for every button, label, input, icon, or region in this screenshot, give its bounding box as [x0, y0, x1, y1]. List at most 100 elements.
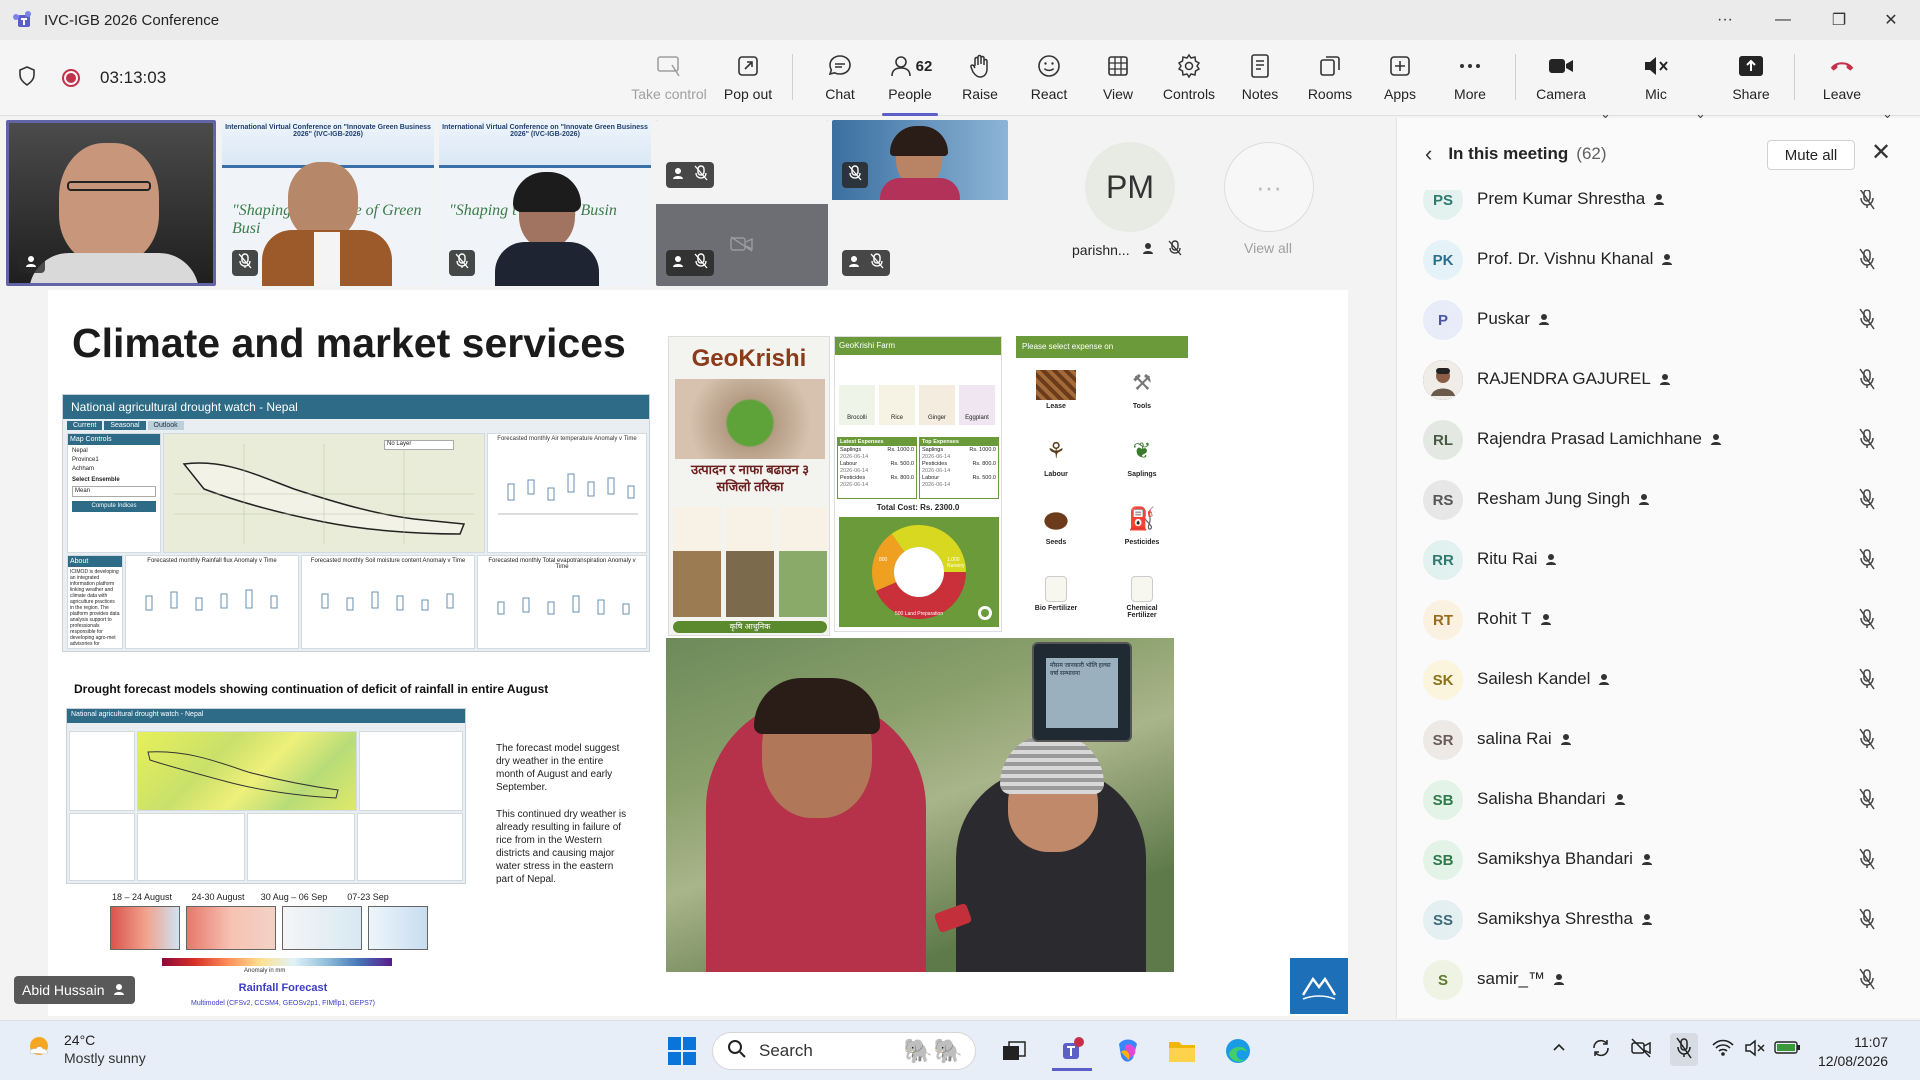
forecast-chart: [357, 813, 463, 881]
mic-muted-icon[interactable]: [1857, 190, 1877, 215]
edge-browser-icon: [1226, 1039, 1250, 1063]
mute-all-button[interactable]: Mute all: [1767, 140, 1855, 170]
speaking-indicator-icon: [1598, 672, 1612, 691]
avatar[interactable]: PM: [1085, 142, 1175, 232]
tab-current: Current: [67, 421, 103, 430]
participant-row[interactable]: RS Resham Jung Singh: [1397, 470, 1920, 530]
restore-button[interactable]: ❐: [1810, 0, 1868, 40]
leave-button[interactable]: Leave: [1810, 52, 1874, 110]
mic-button[interactable]: Mic: [1624, 52, 1688, 110]
farmer-hair: [754, 678, 880, 734]
camera-button[interactable]: Camera: [1529, 52, 1593, 110]
wifi-icon[interactable]: [1712, 1039, 1734, 1060]
mic-muted-icon[interactable]: [1857, 668, 1877, 695]
crop-item: Rice: [879, 385, 915, 425]
participant-row[interactable]: SS Samikshya Shrestha: [1397, 890, 1920, 950]
weather-widget[interactable]: 24°C Mostly sunny: [24, 1031, 146, 1066]
chevron-up-icon[interactable]: [1552, 1039, 1566, 1055]
top-expenses-title: Top Expenses: [920, 438, 998, 446]
mic-muted-icon[interactable]: [1857, 488, 1877, 515]
chat-button[interactable]: Chat: [808, 52, 872, 110]
mic-muted-icon[interactable]: [1857, 788, 1877, 815]
mic-muted-icon[interactable]: [1857, 548, 1877, 575]
compute-indices-button: Compute Indices: [72, 501, 156, 512]
phone-screen-text: मौसम जानकारी भोलि हल्का वर्षा सम्भावना: [1046, 658, 1118, 728]
map-controls-title: Map Controls: [68, 434, 160, 445]
video-off-icon[interactable]: [1630, 1037, 1652, 1062]
mic-muted-icon[interactable]: [1857, 728, 1877, 755]
mic-muted-icon[interactable]: [1857, 848, 1877, 875]
apps-button[interactable]: Apps: [1368, 52, 1432, 110]
participant-row[interactable]: RR Ritu Rai: [1397, 530, 1920, 590]
participant-name: Resham Jung Singh: [1477, 489, 1631, 508]
mic-muted-icon[interactable]: [1857, 428, 1877, 455]
map-option: Achham: [72, 466, 95, 472]
conference-banner: International Virtual Conference on "Inn…: [222, 120, 434, 168]
battery-icon[interactable]: [1774, 1039, 1802, 1058]
participant-row[interactable]: SB Salisha Bhandari: [1397, 770, 1920, 830]
view-all-button[interactable]: ···: [1224, 142, 1314, 232]
participant-row[interactable]: SR salina Rai: [1397, 710, 1920, 770]
mic-muted-icon[interactable]: [1857, 908, 1877, 935]
participant-video-tile[interactable]: [832, 120, 1008, 286]
mic-muted-icon[interactable]: [1857, 968, 1877, 995]
rooms-button[interactable]: Rooms: [1298, 52, 1362, 110]
notes-button[interactable]: Notes: [1228, 52, 1292, 110]
participant-row[interactable]: RAJENDRA GAJUREL: [1397, 350, 1920, 410]
people-count: 62: [915, 57, 933, 75]
week-map: [186, 906, 276, 950]
system-clock[interactable]: 11:07 12/08/2026: [1818, 1033, 1888, 1071]
task-view-button[interactable]: [994, 1031, 1034, 1071]
react-button[interactable]: React: [1017, 52, 1081, 110]
tile-mic-indicator: [449, 250, 475, 276]
minimize-button[interactable]: —: [1754, 0, 1812, 40]
speaker-video-tile[interactable]: [6, 120, 216, 286]
back-chevron-icon[interactable]: ‹: [1425, 141, 1432, 167]
participant-row[interactable]: RT Rohit T: [1397, 590, 1920, 650]
close-window-button[interactable]: ✕: [1862, 0, 1920, 40]
participant-video-tile[interactable]: International Virtual Conference on "Inn…: [222, 120, 434, 286]
edge-taskbar-button[interactable]: [1218, 1031, 1258, 1071]
close-panel-icon[interactable]: ✕: [1871, 138, 1891, 167]
people-button[interactable]: 62 People: [878, 52, 942, 116]
mic-muted-icon[interactable]: [1857, 308, 1877, 335]
tile-mic-indicator: [232, 250, 258, 276]
react-label: React: [1030, 86, 1068, 102]
participant-video-tile[interactable]: International Virtual Conference on "Inn…: [439, 120, 651, 286]
sync-icon[interactable]: [1590, 1037, 1612, 1062]
participant-row[interactable]: RL Rajendra Prasad Lamichhane: [1397, 410, 1920, 470]
participant-camera-off-tile[interactable]: [656, 120, 828, 286]
controls-button[interactable]: Controls: [1157, 52, 1221, 110]
view-button[interactable]: View: [1086, 52, 1150, 110]
volume-muted-icon[interactable]: [1744, 1039, 1766, 1060]
participant-row[interactable]: PK Prof. Dr. Vishnu Khanal: [1397, 230, 1920, 290]
mic-muted-tray-icon[interactable]: [1670, 1033, 1698, 1066]
speaking-indicator-icon: [1710, 432, 1724, 451]
mic-muted-icon[interactable]: [1857, 608, 1877, 635]
saplings-icon: ❦: [1132, 438, 1152, 463]
participant-row[interactable]: PS Prem Kumar Shrestha: [1397, 190, 1920, 230]
window-more-button[interactable]: ···: [1696, 0, 1754, 40]
take-control-button[interactable]: Take control: [631, 52, 707, 110]
start-button[interactable]: [662, 1031, 702, 1071]
teams-taskbar-button[interactable]: [1052, 1031, 1092, 1071]
speaking-indicator-icon: [1553, 972, 1567, 991]
participant-row[interactable]: SB Samikshya Bhandari: [1397, 830, 1920, 890]
participant-row[interactable]: Ssamir_™: [1397, 950, 1920, 1010]
file-explorer-button[interactable]: [1162, 1031, 1202, 1071]
taskbar-search[interactable]: Search 🐘🐘: [712, 1032, 976, 1070]
participant-name: Rajendra Prasad Lamichhane: [1477, 429, 1702, 448]
speaking-indicator-icon: [1653, 192, 1667, 211]
pop-out-button[interactable]: Pop out: [716, 52, 780, 110]
copilot-taskbar-button[interactable]: [1108, 1031, 1148, 1071]
more-button[interactable]: More: [1438, 52, 1502, 110]
share-button[interactable]: Share: [1719, 52, 1783, 110]
raise-hand-button[interactable]: Raise: [948, 52, 1012, 110]
mic-muted-icon[interactable]: [1857, 368, 1877, 395]
avatar: SK: [1423, 660, 1463, 700]
weather-condition: Mostly sunny: [64, 1049, 146, 1066]
hand-icon: [966, 52, 994, 80]
mic-muted-icon[interactable]: [1857, 248, 1877, 275]
participant-row[interactable]: SK Sailesh Kandel: [1397, 650, 1920, 710]
participant-row[interactable]: P Puskar: [1397, 290, 1920, 350]
